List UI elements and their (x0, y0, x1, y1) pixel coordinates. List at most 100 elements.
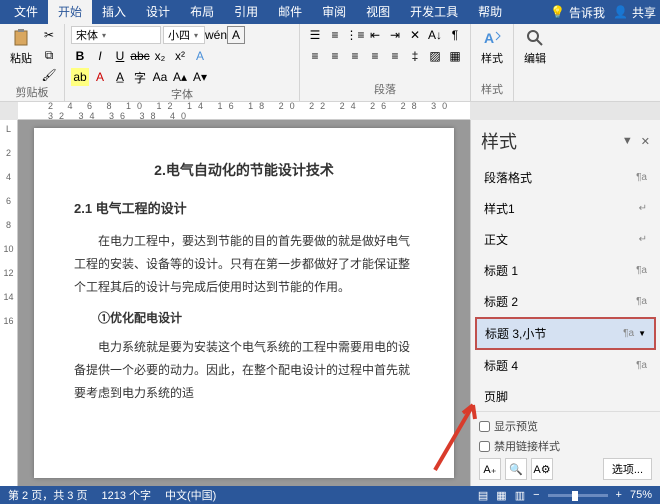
doc-heading-4[interactable]: ①优化配电设计 (74, 306, 414, 330)
zoom-out-button[interactable]: − (533, 489, 539, 501)
style-inspector-button[interactable]: 🔍 (505, 458, 527, 480)
style-item[interactable]: 正文↵▼ (475, 224, 656, 255)
italic-button[interactable]: I (91, 47, 109, 65)
styles-list[interactable]: 段落格式¶a▼样式1↵▼正文↵▼标题 1¶a▼标题 2¶a▼标题 3,小节¶a▼… (471, 158, 660, 411)
pane-dropdown-icon[interactable]: ▼ (622, 135, 633, 148)
tab-mail[interactable]: 邮件 (268, 0, 312, 24)
show-preview-checkbox[interactable]: 显示预览 (479, 418, 652, 434)
status-page[interactable]: 第 2 页，共 3 页 (8, 487, 87, 503)
font-color-button[interactable]: A (91, 68, 109, 86)
distributed-button[interactable]: ≡ (386, 47, 404, 65)
tab-references[interactable]: 引用 (224, 0, 268, 24)
enclose-char-button[interactable]: 字 (131, 68, 149, 86)
borders-button[interactable]: ▦ (446, 47, 464, 65)
editing-button[interactable]: 编辑 (520, 26, 550, 68)
line-spacing-button[interactable]: ‡ (406, 47, 424, 65)
phonetic-guide-button[interactable]: wén (207, 26, 225, 44)
document-area[interactable]: 2.电气自动化的节能设计技术 2.1 电气工程的设计 在电力工程中，要达到节能的… (18, 120, 470, 486)
font-group-label: 字体 (71, 86, 293, 104)
grow-font-button[interactable]: A▴ (171, 68, 189, 86)
asian-layout-button[interactable]: ✕ (406, 26, 424, 44)
style-item[interactable]: 样式1↵▼ (475, 193, 656, 224)
multilevel-list-button[interactable]: ⋮≡ (346, 26, 364, 44)
style-item-name: 标题 4 (484, 357, 636, 374)
style-item[interactable]: 标题 4¶a▼ (475, 350, 656, 381)
share-button[interactable]: 👤 共享 (613, 4, 656, 21)
styles-button[interactable]: A 样式 (477, 26, 507, 68)
style-item[interactable]: 标题 2¶a▼ (475, 286, 656, 317)
style-item[interactable]: 标题 1¶a▼ (475, 255, 656, 286)
status-word-count[interactable]: 1213 个字 (101, 487, 151, 503)
subscript-button[interactable]: x₂ (151, 47, 169, 65)
paste-button[interactable]: 粘贴 (6, 26, 36, 68)
doc-paragraph[interactable]: 在电力工程中，要达到节能的目的首先要做的就是做好电气工程的安装、设备等的设计。只… (74, 230, 414, 298)
align-center-button[interactable]: ≡ (326, 47, 344, 65)
shrink-font-button[interactable]: A▾ (191, 68, 209, 86)
bold-button[interactable]: B (71, 47, 89, 65)
pane-close-icon[interactable]: ✕ (641, 135, 650, 148)
bullets-button[interactable]: ☰ (306, 26, 324, 44)
view-read-mode-icon[interactable]: ▦ (496, 489, 506, 502)
numbering-button[interactable]: ≡ (326, 26, 344, 44)
format-painter-button[interactable]: 🖌 (40, 66, 58, 84)
justify-button[interactable]: ≡ (366, 47, 384, 65)
copy-button[interactable]: ⧉ (40, 46, 58, 64)
style-item[interactable]: 页脚▼ (475, 381, 656, 411)
tab-home[interactable]: 开始 (48, 0, 92, 24)
style-item-dropdown-icon[interactable]: ▼ (638, 329, 646, 338)
doc-paragraph[interactable]: 电力系统就是要为安装这个电气系统的工程中需要用电的设备提供一个必要的动力。因此，… (74, 336, 414, 404)
view-web-layout-icon[interactable]: ▥ (515, 489, 525, 502)
document-page[interactable]: 2.电气自动化的节能设计技术 2.1 电气工程的设计 在电力工程中，要达到节能的… (34, 128, 454, 478)
tab-help[interactable]: 帮助 (468, 0, 512, 24)
doc-heading-2[interactable]: 2.电气自动化的节能设计技术 (74, 156, 414, 184)
increase-indent-button[interactable]: ⇥ (386, 26, 404, 44)
align-left-button[interactable]: ≡ (306, 47, 324, 65)
horizontal-ruler[interactable]: 2 4 6 8 10 12 14 16 18 20 22 24 26 28 30… (18, 102, 470, 120)
zoom-level[interactable]: 75% (630, 489, 652, 501)
decrease-indent-button[interactable]: ⇤ (366, 26, 384, 44)
paste-icon (11, 28, 31, 48)
shading-button[interactable]: ▨ (426, 47, 444, 65)
character-border-button[interactable]: A (227, 26, 245, 44)
style-item[interactable]: 标题 3,小节¶a▼ (475, 317, 656, 350)
styles-btn-label: 样式 (481, 50, 503, 66)
manage-styles-button[interactable]: A⚙ (531, 458, 553, 480)
view-print-layout-icon[interactable]: ▤ (478, 489, 488, 502)
highlight-button[interactable]: ab (71, 68, 89, 86)
vertical-ruler[interactable]: L246810121416 (0, 120, 18, 486)
share-icon: 👤 (613, 5, 628, 19)
status-language[interactable]: 中文(中国) (165, 487, 216, 503)
tell-me-label: 告诉我 (569, 4, 605, 21)
new-style-button[interactable]: A₊ (479, 458, 501, 480)
style-item[interactable]: 段落格式¶a▼ (475, 162, 656, 193)
char-shading-button[interactable]: A̲ (111, 68, 129, 86)
zoom-slider[interactable] (548, 494, 608, 497)
tell-me-search[interactable]: 💡 告诉我 (550, 4, 605, 21)
show-marks-button[interactable]: ¶ (446, 26, 464, 44)
sort-button[interactable]: A↓ (426, 26, 444, 44)
tab-layout[interactable]: 布局 (180, 0, 224, 24)
style-item-marker: ↵ (639, 234, 647, 245)
strikethrough-button[interactable]: abc (131, 47, 149, 65)
cut-button[interactable]: ✂ (40, 26, 58, 44)
disable-linked-checkbox[interactable]: 禁用链接样式 (479, 438, 652, 454)
font-name-combo[interactable]: 宋体▾ (71, 26, 161, 44)
tab-review[interactable]: 审阅 (312, 0, 356, 24)
superscript-button[interactable]: x² (171, 47, 189, 65)
styles-options-button[interactable]: 选项... (603, 458, 652, 480)
change-case-button[interactable]: Aa (151, 68, 169, 86)
tab-file[interactable]: 文件 (4, 0, 48, 24)
zoom-in-button[interactable]: + (616, 489, 622, 501)
group-editing: 编辑 (514, 24, 556, 101)
text-effects-button[interactable]: A (191, 47, 209, 65)
tab-insert[interactable]: 插入 (92, 0, 136, 24)
style-item-name: 正文 (484, 231, 639, 248)
tab-design[interactable]: 设计 (136, 0, 180, 24)
font-size-combo[interactable]: 小四▾ (163, 26, 205, 44)
tab-view[interactable]: 视图 (356, 0, 400, 24)
paragraph-group-label: 段落 (306, 81, 464, 99)
align-right-button[interactable]: ≡ (346, 47, 364, 65)
doc-heading-3[interactable]: 2.1 电气工程的设计 (74, 196, 414, 222)
underline-button[interactable]: U (111, 47, 129, 65)
tab-developer[interactable]: 开发工具 (400, 0, 468, 24)
